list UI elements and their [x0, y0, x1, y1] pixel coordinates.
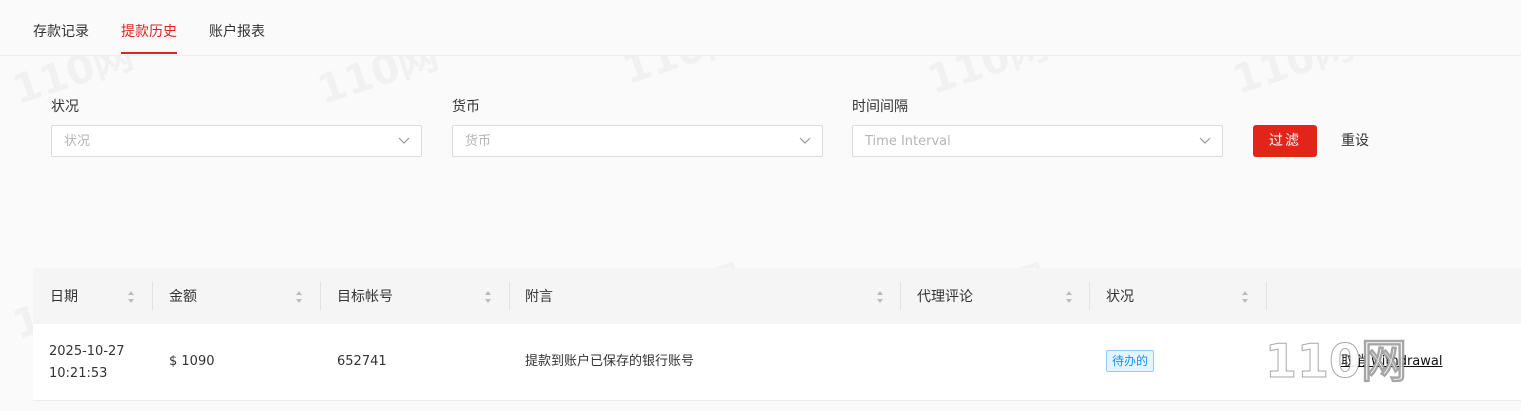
- chevron-down-icon: [799, 137, 811, 144]
- table-header: 日期 金额 目标帐号 附言 代理评论 状况: [33, 268, 1521, 325]
- tab-account-statement[interactable]: 账户报表: [209, 22, 265, 42]
- active-tab-indicator: [121, 52, 177, 54]
- column-divider: [1089, 282, 1090, 310]
- row-amount: $ 1090: [169, 354, 215, 369]
- tab-deposit-records[interactable]: 存款记录: [33, 22, 89, 42]
- status-badge: 待办的: [1106, 350, 1155, 372]
- row-date: 2025-10-27: [49, 344, 125, 359]
- column-divider: [509, 282, 510, 310]
- row-note: 提款到账户已保存的银行账号: [525, 354, 695, 369]
- column-header-target-account[interactable]: 目标帐号: [337, 288, 393, 306]
- interval-select[interactable]: Time Interval: [852, 125, 1223, 157]
- column-divider: [900, 282, 901, 310]
- status-select[interactable]: 状况: [51, 125, 422, 157]
- column-divider: [152, 282, 153, 310]
- filter-button[interactable]: 过滤: [1253, 125, 1317, 157]
- column-header-agent-comment[interactable]: 代理评论: [917, 288, 973, 306]
- currency-select-placeholder: 货币: [465, 134, 492, 149]
- interval-filter-label: 时间间隔: [852, 99, 908, 115]
- sort-icon[interactable]: [1241, 290, 1249, 304]
- chevron-down-icon: [1199, 137, 1211, 144]
- status-filter-label: 状况: [51, 99, 79, 115]
- sort-icon[interactable]: [127, 290, 135, 304]
- column-header-status[interactable]: 状况: [1106, 288, 1134, 306]
- column-header-date[interactable]: 日期: [50, 288, 78, 306]
- sort-icon[interactable]: [484, 290, 492, 304]
- column-header-amount[interactable]: 金额: [169, 288, 197, 306]
- table-row: 2025-10-27 10:21:53 $ 1090 652741 提款到账户已…: [33, 324, 1521, 401]
- column-divider: [1266, 282, 1267, 310]
- cancel-withdrawal-link[interactable]: 取消 withdrawal: [1341, 352, 1443, 372]
- row-time: 10:21:53: [49, 366, 108, 381]
- currency-filter-label: 货币: [452, 99, 480, 115]
- tab-bar: 存款记录 提款历史 账户报表: [0, 0, 1521, 56]
- status-select-placeholder: 状况: [64, 134, 91, 149]
- column-divider: [320, 282, 321, 310]
- column-header-note[interactable]: 附言: [525, 288, 553, 306]
- reset-button[interactable]: 重设: [1341, 131, 1369, 151]
- interval-select-placeholder: Time Interval: [865, 134, 951, 149]
- currency-select[interactable]: 货币: [452, 125, 823, 157]
- sort-icon[interactable]: [295, 290, 303, 304]
- tab-withdrawal-history[interactable]: 提款历史: [121, 22, 177, 42]
- row-target-account: 652741: [337, 354, 387, 369]
- chevron-down-icon: [398, 137, 410, 144]
- sort-icon[interactable]: [1065, 290, 1073, 304]
- sort-icon[interactable]: [876, 290, 884, 304]
